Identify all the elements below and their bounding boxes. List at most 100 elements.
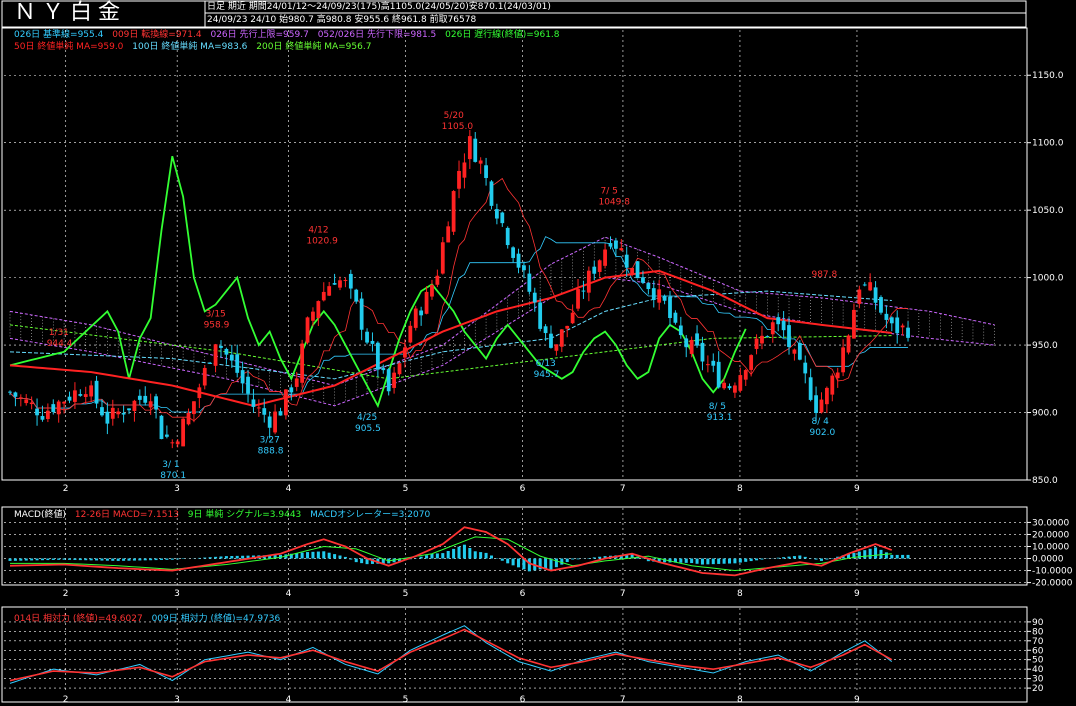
candle-body [846,335,851,353]
annotation-value: 944.4 [47,339,73,349]
candle-body [89,385,94,397]
candle-body [527,273,532,292]
annotation-date: 4/25 [357,413,377,423]
candle-body [24,399,29,404]
candle-body [137,395,142,400]
candle-body [251,399,256,407]
annotation-value: 958.9 [204,320,230,330]
candle-body [814,395,818,413]
candle-body [440,242,445,274]
x-tick-label: 2 [63,695,69,705]
candle-body [900,325,905,328]
candle-body [673,312,678,323]
panel-frame [1,606,1028,703]
candle-body [754,338,759,349]
candle-body [668,297,672,318]
candle-body [159,415,164,440]
candle-body [67,396,72,401]
x-tick-label: 7 [620,484,626,494]
candle-body [321,291,326,301]
x-tick-label: 5 [403,695,409,705]
candle-body [489,181,494,206]
candle-body [365,331,369,343]
candle-body [51,404,56,413]
candle-body [808,377,813,400]
candle-body [413,308,418,328]
candle-body [35,408,39,416]
candle-body [516,253,521,268]
candle-body [619,248,624,251]
x-tick-label: 5 [403,484,409,494]
candle-body [370,340,375,344]
y-tick-label: -20.0000 [1032,579,1073,589]
x-tick-label: 4 [286,484,292,494]
x-tick-label: 4 [286,589,292,599]
candle-body [197,387,202,399]
annotation-value: 1049.8 [598,198,630,208]
candle-body [803,362,808,374]
candle-body [8,391,12,393]
candle-body [403,347,407,358]
candle-body [202,367,207,386]
x-tick-label: 9 [854,695,860,705]
annotation-date: 8/ 4 [811,417,829,427]
candle-body [294,378,299,387]
candle-body [559,329,564,347]
candle-body [776,317,781,325]
annotation-date: 5/20 [444,111,464,121]
candle-body [906,327,910,338]
y-tick-label: 20 [1032,684,1044,694]
candle-body [722,382,726,389]
candle-body [40,416,45,420]
x-tick-label: 8 [737,484,743,494]
candle-body [267,416,272,428]
candle-body [484,165,488,178]
candle-body [256,407,261,409]
candle-body [549,333,553,348]
x-tick-label: 2 [63,589,69,599]
annotation-date: 7/ 5 [600,187,617,197]
candle-body [105,411,110,424]
annotation-value: 870.1 [160,471,186,481]
candle-body [749,355,754,370]
candle-body [614,240,618,249]
candle-body [852,309,856,339]
candle-body [824,387,829,405]
candle-body [73,390,77,402]
candle-body [273,411,277,433]
panel-frame [1,506,1028,586]
candle-body [570,312,575,324]
annotation-value: 902.0 [809,428,835,438]
annotation-value: 1020.9 [306,237,338,247]
candle-body [473,138,478,162]
candle-body [581,290,586,292]
x-tick-label: 3 [174,589,180,599]
annotation-date: 3/15 [206,309,226,319]
candle-body [592,266,597,274]
candle-body [127,408,131,411]
candle-body [240,370,245,384]
candle-body [186,412,191,425]
candle-body [576,289,580,309]
candle-body [451,191,456,232]
candle-body [143,395,148,403]
candle-body [787,325,791,348]
candle-body [700,342,705,362]
x-tick-label: 9 [854,589,860,599]
chart-frames [1,0,1028,703]
candle-body [132,400,137,411]
candle-body [662,295,667,301]
candle-body [543,326,548,334]
candle-body [278,411,283,416]
annotation-value: 945.7 [534,370,560,380]
candle-body [100,407,104,416]
annotation-date: 3/ 1 [162,460,179,470]
candle-body [792,349,797,354]
candle-body [705,364,710,366]
candle-body [430,285,434,297]
candle-body [300,343,305,383]
candle-body [641,277,645,283]
y-tick-label: 850.0 [1032,476,1058,486]
candle-body [392,372,396,388]
rsi14-line [9,628,893,682]
